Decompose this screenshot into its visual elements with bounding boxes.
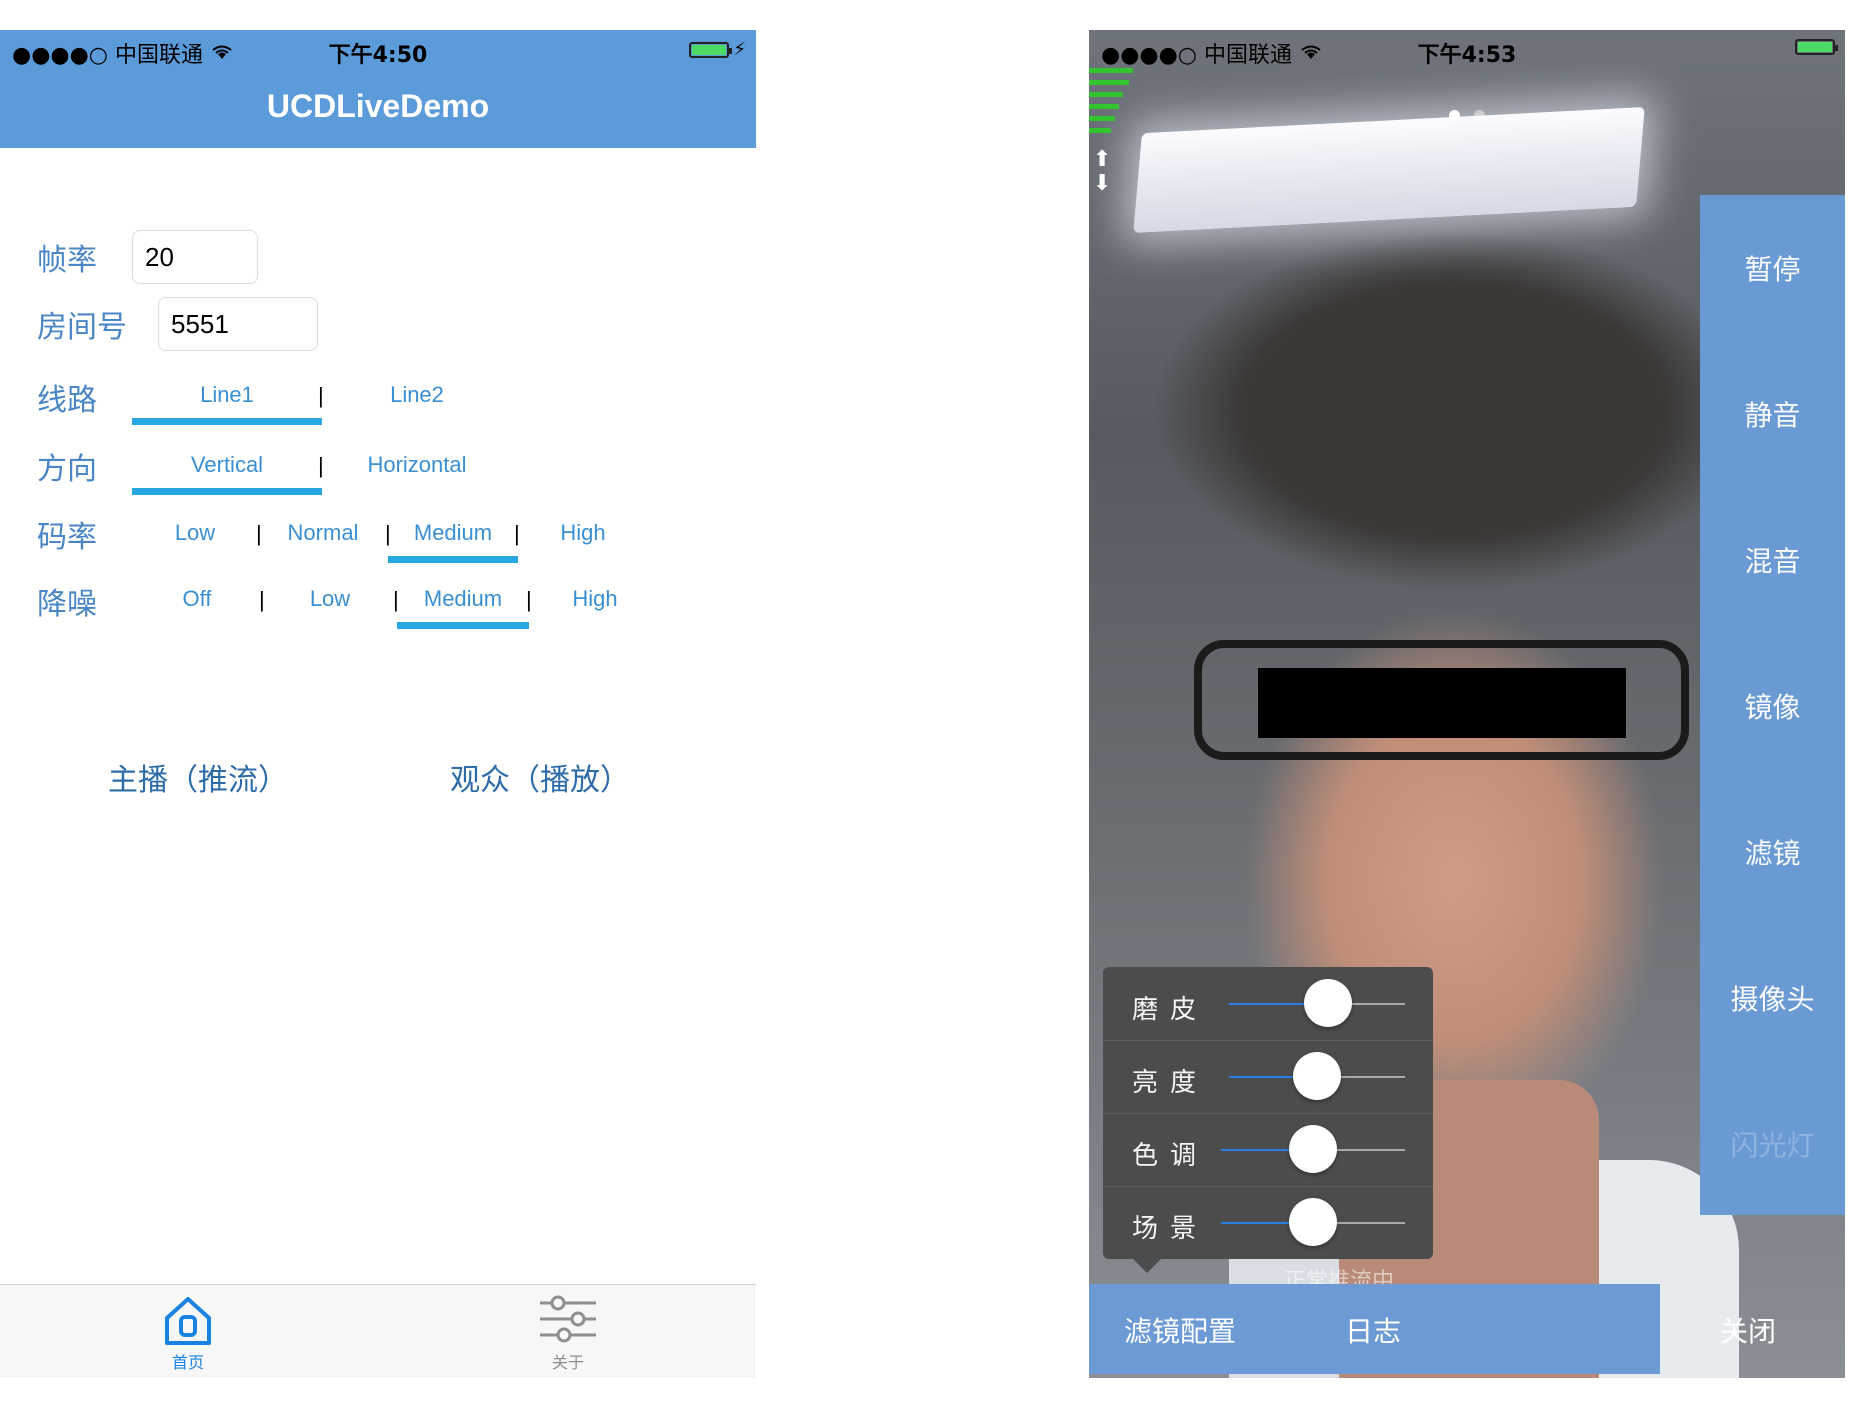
- segment-separator: |: [514, 521, 520, 546]
- slider-knob[interactable]: [1289, 1125, 1337, 1173]
- filter-config-popup: 磨皮 亮度 色调 场景: [1103, 967, 1433, 1273]
- pause-button[interactable]: 暂停: [1700, 195, 1845, 341]
- smooth-slider[interactable]: [1229, 979, 1405, 1027]
- segment-bitrate-low[interactable]: Low: [150, 520, 240, 546]
- fps-input[interactable]: [132, 230, 258, 284]
- filter-config-button[interactable]: 滤镜配置: [1124, 1310, 1236, 1350]
- line-label: 线路: [37, 383, 97, 418]
- tab-about[interactable]: 关于: [508, 1293, 628, 1373]
- denoise-label: 降噪: [37, 587, 97, 622]
- bottom-toolbar: 滤镜配置 日志: [1089, 1284, 1660, 1374]
- filter-label-tone: 色调: [1132, 1141, 1209, 1171]
- page-title: UCDLiveDemo: [266, 88, 490, 124]
- room-label: 房间号: [37, 310, 127, 345]
- orientation-label: 方向: [37, 452, 97, 487]
- segment-separator: |: [256, 521, 262, 546]
- segment-vertical[interactable]: Vertical: [132, 452, 322, 495]
- page-dot: [1474, 110, 1485, 121]
- segment-denoise-off[interactable]: Off: [152, 586, 242, 612]
- flash-button[interactable]: 闪光灯: [1700, 1071, 1845, 1217]
- status-bar: ●●●●○ 中国联通 下午4:50 ⚡: [0, 30, 756, 68]
- room-input[interactable]: [158, 297, 318, 351]
- filter-row-scene: 场景: [1103, 1186, 1433, 1259]
- mute-button[interactable]: 静音: [1700, 341, 1845, 487]
- battery-icon: [1795, 39, 1838, 55]
- right-phone-screen: ●●●●○ 中国联通 下午4:53 ⬆ ⬇ 暂停 静音 混音 镜像 滤镜 摄像头 …: [1089, 30, 1845, 1378]
- redaction-bar: [1258, 668, 1626, 738]
- segment-bitrate-medium[interactable]: Medium: [388, 520, 518, 563]
- brightness-slider[interactable]: [1229, 1052, 1405, 1100]
- audience-play-button[interactable]: 观众（播放）: [450, 755, 630, 799]
- status-time: 下午4:53: [1417, 43, 1517, 68]
- left-phone-screen: ●●●●○ 中国联通 下午4:50 ⚡ UCDLiveDemo 帧率 房间号 线…: [0, 30, 756, 1378]
- segment-denoise-medium[interactable]: Medium: [397, 586, 529, 629]
- mirror-button[interactable]: 镜像: [1700, 633, 1845, 779]
- charging-icon: ⚡: [733, 39, 746, 60]
- page-indicator: [1449, 110, 1485, 121]
- tab-home-label: 首页: [171, 1353, 204, 1372]
- status-bar: ●●●●○ 中国联通 下午4:53: [1089, 30, 1845, 68]
- filter-row-brightness: 亮度: [1103, 1040, 1433, 1114]
- tab-home[interactable]: 首页: [128, 1293, 248, 1373]
- segment-separator: |: [259, 587, 265, 612]
- segment-denoise-high[interactable]: High: [550, 586, 640, 612]
- segment-horizontal[interactable]: Horizontal: [322, 452, 512, 478]
- control-side-panel: 暂停 静音 混音 镜像 滤镜 摄像头 闪光灯: [1700, 195, 1845, 1215]
- tone-slider[interactable]: [1221, 1125, 1405, 1173]
- segment-line1[interactable]: Line1: [132, 382, 322, 425]
- segment-denoise-low[interactable]: Low: [285, 586, 375, 612]
- filter-label-smooth: 磨皮: [1132, 995, 1209, 1025]
- log-button[interactable]: 日志: [1345, 1310, 1401, 1350]
- upload-download-icon: ⬆ ⬇: [1093, 147, 1112, 196]
- page-dot: [1449, 110, 1460, 121]
- segment-bitrate-normal[interactable]: Normal: [278, 520, 368, 546]
- slider-knob[interactable]: [1289, 1198, 1337, 1246]
- segment-line2[interactable]: Line2: [322, 382, 512, 408]
- slider-knob[interactable]: [1303, 979, 1352, 1027]
- segment-bitrate-high[interactable]: High: [538, 520, 628, 546]
- battery-icon: [689, 41, 733, 58]
- filter-label-brightness: 亮度: [1132, 1068, 1209, 1098]
- filter-row-smooth: 磨皮: [1103, 967, 1433, 1041]
- tab-bar: 首页 关于: [0, 1284, 756, 1378]
- status-time: 下午4:50: [328, 43, 428, 68]
- filter-button[interactable]: 滤镜: [1700, 779, 1845, 925]
- fps-label: 帧率: [37, 243, 97, 278]
- bitrate-label: 码率: [37, 520, 97, 555]
- navigation-bar: ●●●●○ 中国联通 下午4:50 ⚡ UCDLiveDemo: [0, 30, 756, 148]
- segment-separator: |: [526, 587, 532, 612]
- signal-strength-indicator: [1089, 68, 1133, 140]
- camera-switch-button[interactable]: 摄像头: [1700, 925, 1845, 1071]
- ceiling-light: [1133, 106, 1645, 234]
- anchor-push-button[interactable]: 主播（推流）: [108, 755, 288, 799]
- mix-audio-button[interactable]: 混音: [1700, 487, 1845, 633]
- tab-about-label: 关于: [551, 1353, 584, 1372]
- slider-knob[interactable]: [1293, 1052, 1341, 1100]
- filter-row-tone: 色调: [1103, 1113, 1433, 1187]
- close-button[interactable]: 关闭: [1720, 1310, 1776, 1350]
- scene-slider[interactable]: [1221, 1198, 1405, 1246]
- filter-label-scene: 场景: [1132, 1214, 1209, 1244]
